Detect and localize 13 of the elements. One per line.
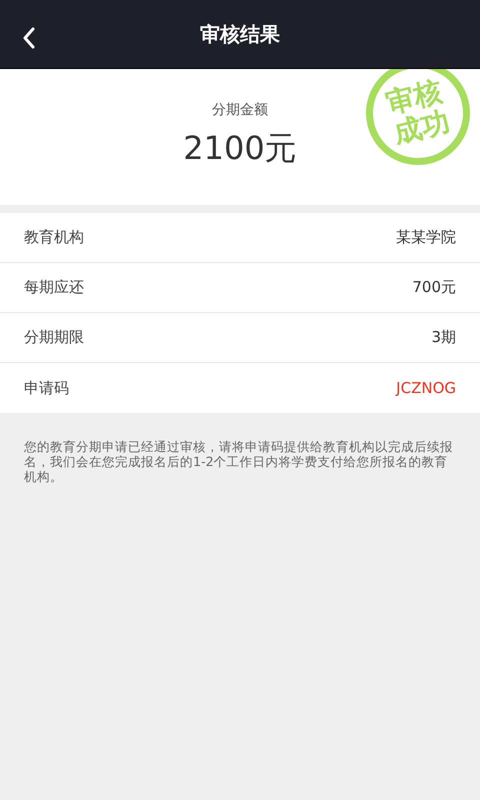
amount-label: 分期金额 xyxy=(212,101,268,119)
row-value: 700元 xyxy=(412,278,456,297)
row-value: 某某学院 xyxy=(396,228,456,247)
row-label: 每期应还 xyxy=(24,278,84,297)
amount-value: 2100元 xyxy=(183,128,297,169)
row-label: 分期期限 xyxy=(24,328,84,347)
row-label: 教育机构 xyxy=(24,228,84,247)
row-value: 3期 xyxy=(431,328,456,347)
row-label: 申请码 xyxy=(24,378,69,398)
notice-text: 您的教育分期申请已经通过审核，请将申请码提供给教育机构以完成后续报名，我们会在您完成报名后的1-2个工作日内将学费支付给您所报名的教育机构。 xyxy=(24,439,454,484)
back-icon xyxy=(22,27,36,49)
page-title: 审核结果 xyxy=(200,20,280,48)
row-value: JCZNOG xyxy=(396,379,456,397)
